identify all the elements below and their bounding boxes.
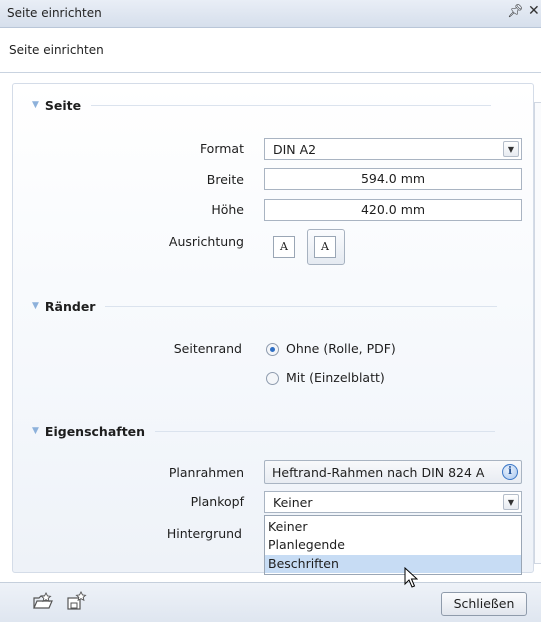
footer-bar: Schließen	[0, 582, 541, 622]
breite-label: Breite	[206, 172, 244, 187]
format-select[interactable]: DIN A2 ▼	[264, 138, 522, 160]
open-folder-icon[interactable]	[32, 591, 54, 611]
close-icon[interactable]: ✕	[528, 3, 540, 19]
breite-input[interactable]: 594.0 mm	[264, 168, 522, 190]
landscape-orientation-icon[interactable]: A	[314, 236, 336, 258]
pin-icon[interactable]: 📌︎	[507, 4, 524, 19]
plankopf-label: Plankopf	[190, 494, 244, 509]
save-favorite-icon[interactable]	[66, 591, 88, 611]
chevron-down-icon[interactable]: ▼	[503, 141, 519, 157]
mouse-cursor-icon	[404, 567, 418, 588]
section-divider	[105, 305, 498, 307]
collapse-triangle-icon[interactable]: ▼	[32, 426, 39, 436]
dropdown-option-highlighted[interactable]: Beschriften	[265, 555, 521, 573]
section-divider	[155, 430, 496, 432]
section-seite[interactable]: ▼ Seite	[32, 96, 492, 114]
section-eigenschaften[interactable]: ▼ Eigenschaften	[32, 422, 496, 440]
dialog-title: Seite einrichten	[9, 43, 104, 57]
scrollbar[interactable]	[533, 86, 541, 571]
ausrichtung-label: Ausrichtung	[168, 234, 244, 249]
format-label: Format	[199, 141, 244, 156]
section-title: Eigenschaften	[44, 423, 146, 439]
section-divider	[91, 104, 492, 106]
collapse-triangle-icon[interactable]: ▼	[32, 301, 39, 311]
section-raender[interactable]: ▼ Ränder	[32, 297, 498, 315]
section-title: Seite	[44, 97, 82, 113]
scrollbar-thumb[interactable]	[534, 102, 541, 564]
format-value: DIN A2	[273, 142, 317, 157]
planrahmen-value: Heftrand-Rahmen nach DIN 824 A	[272, 465, 485, 480]
hintergrund-label: Hintergrund	[166, 526, 242, 541]
dropdown-option[interactable]: Keiner	[265, 518, 521, 536]
radio-ohne[interactable]	[266, 343, 279, 356]
section-title: Ränder	[44, 298, 96, 314]
title-bar: Seite einrichten 📌︎ ✕	[0, 0, 541, 28]
radio-mit-label[interactable]: Mit (Einzelblatt)	[286, 370, 385, 385]
hoehe-label: Höhe	[211, 202, 244, 217]
collapse-triangle-icon[interactable]: ▼	[32, 100, 39, 110]
radio-ohne-label[interactable]: Ohne (Rolle, PDF)	[286, 341, 396, 356]
info-icon[interactable]: i	[502, 464, 518, 480]
plankopf-value: Keiner	[273, 495, 313, 510]
portrait-orientation-icon[interactable]: A	[273, 236, 295, 258]
plankopf-dropdown-list[interactable]: Keiner Planlegende Beschriften	[264, 515, 522, 575]
plankopf-select[interactable]: Keiner ▼	[264, 491, 522, 513]
planrahmen-button[interactable]: Heftrand-Rahmen nach DIN 824 A i	[264, 460, 522, 484]
dropdown-option[interactable]: Planlegende	[265, 536, 521, 554]
hoehe-input[interactable]: 420.0 mm	[264, 199, 522, 221]
window-title: Seite einrichten	[7, 6, 102, 20]
dialog-header: Seite einrichten	[0, 28, 541, 73]
seitenrand-label: Seitenrand	[173, 341, 242, 356]
close-button[interactable]: Schließen	[441, 592, 527, 616]
planrahmen-label: Planrahmen	[168, 465, 244, 480]
radio-mit[interactable]	[266, 372, 279, 385]
chevron-down-icon[interactable]: ▼	[503, 494, 519, 510]
